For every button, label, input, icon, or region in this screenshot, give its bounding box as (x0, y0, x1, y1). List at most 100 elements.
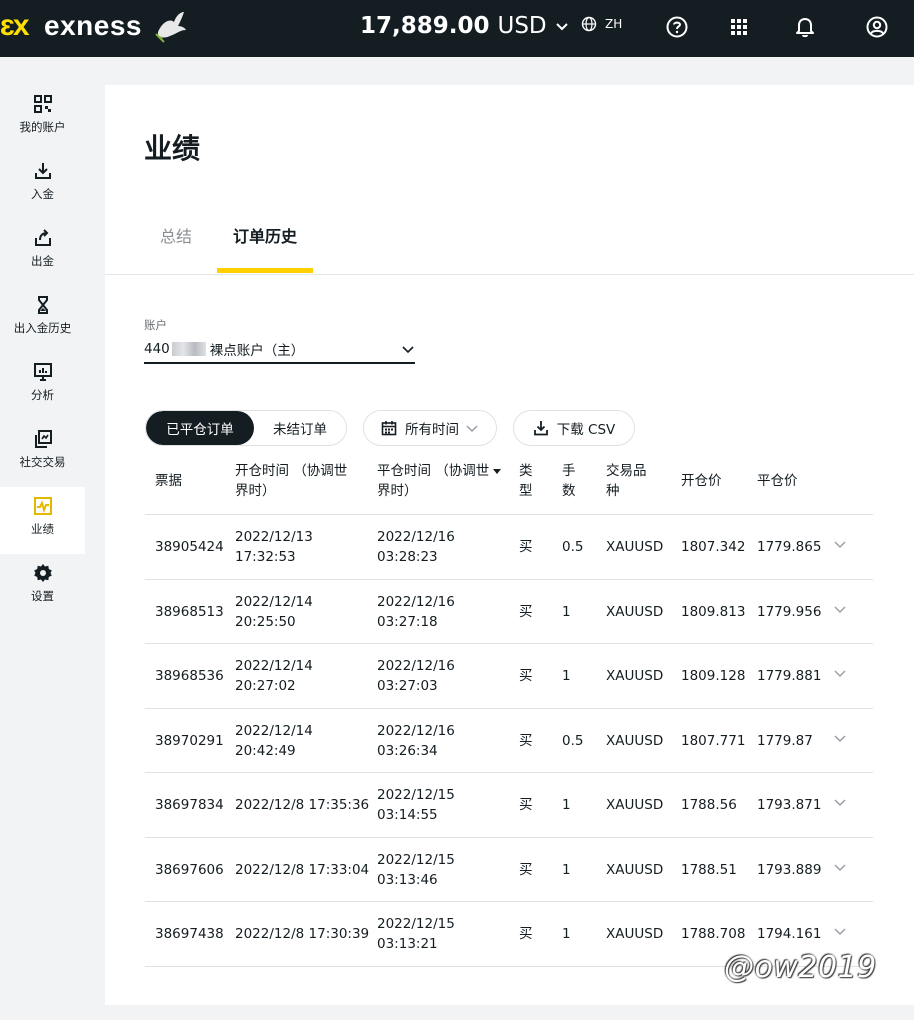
header-close-time[interactable]: 平仓时间 （协调世 界时） (377, 461, 502, 501)
table-row[interactable]: 38697606 2022/12/8 17:33:04 2022/12/15 03:1… (145, 838, 873, 902)
cell-open-time: 2022/12/13 17:32:53 (235, 527, 313, 567)
cell-open-price-line: 1807.771 (681, 732, 746, 749)
header-line: 类 (519, 463, 533, 479)
expand-row-chevron-icon[interactable] (833, 795, 847, 809)
table-row[interactable]: 38968536 2022/12/14 20:27:02 2022/12/16 03:2… (145, 644, 873, 709)
cell-lots-line: 1 (562, 668, 571, 684)
download-csv-button[interactable]: 下载 CSV (513, 410, 635, 446)
cell-open-time: 2022/12/8 17:30:39 (235, 924, 369, 944)
cell-close-time-line: 2022/12/16 (377, 658, 455, 674)
cell-ticket-line: 38905424 (155, 539, 224, 555)
cell-ticket: 38697438 (155, 924, 224, 944)
cell-ticket: 38968513 (155, 602, 224, 622)
sidebar-item-settings[interactable]: 设置 (0, 554, 85, 621)
sidebar-item-deposit[interactable]: 入金 (0, 152, 85, 219)
tab-bar: 总结 订单历史 (105, 203, 914, 275)
account-number-redacted (171, 341, 206, 356)
time-range-dropdown[interactable]: 所有时间 (363, 410, 497, 446)
sidebar-item-analytics[interactable]: 分析 (0, 353, 85, 420)
user-circle-icon (866, 16, 888, 38)
cell-lots: 1 (562, 602, 571, 622)
header-line: 交易品 (606, 463, 647, 479)
cell-type-line: 买 (519, 861, 533, 878)
cell-lots-line: 1 (562, 926, 571, 942)
grid-qr-icon (33, 95, 52, 113)
sidebar-item-label: 业绩 (31, 522, 54, 536)
cell-symbol: XAUUSD (606, 924, 663, 944)
apps-grid-icon (731, 19, 747, 35)
account-balance-dropdown[interactable]: 17,889.00 USD (360, 13, 569, 39)
cell-close-time: 2022/12/15 03:13:21 (377, 914, 455, 954)
language-selector[interactable]: ZH (581, 16, 622, 32)
sidebar-item-withdrawal[interactable]: 出金 (0, 219, 85, 286)
tab-order-history[interactable]: 订单历史 (233, 223, 297, 247)
cell-type: 买 (519, 731, 533, 751)
cell-lots-line: 1 (562, 603, 571, 620)
table-row[interactable]: 38697834 2022/12/8 17:35:36 2022/12/15 03:1… (145, 773, 873, 838)
sidebar: 我的账户 入金 出金 出入金历史 分析 社交交易 业绩 设置 (0, 85, 85, 621)
cell-type-line: 买 (519, 797, 533, 813)
cell-ticket-line: 38697438 (155, 926, 224, 942)
help-button[interactable] (664, 14, 690, 40)
expand-row-chevron-icon[interactable] (833, 860, 847, 874)
cell-close-time: 2022/12/15 03:13:46 (377, 850, 455, 890)
language-code: ZH (605, 17, 623, 31)
balance-amount: 17,889.00 (360, 13, 490, 39)
header-line: 型 (519, 483, 533, 499)
cell-open-time-line: 2022/12/13 (235, 529, 313, 545)
sidebar-item-label: 设置 (31, 589, 54, 603)
cell-open-time-line: 20:25:50 (235, 613, 296, 630)
sidebar-item-social-trading[interactable]: 社交交易 (0, 420, 85, 487)
cell-symbol: XAUUSD (606, 731, 663, 751)
cell-open-time: 2022/12/8 17:33:04 (235, 860, 369, 880)
cell-close-price-line: 1779.956 (757, 603, 822, 620)
header-type: 类 型 (519, 461, 533, 501)
sidebar-item-my-accounts[interactable]: 我的账户 (0, 85, 85, 152)
expand-row-chevron-icon[interactable] (833, 731, 847, 745)
table-row[interactable]: 38905424 2022/12/13 17:32:53 2022/12/16 03:2… (145, 515, 873, 580)
tab-summary[interactable]: 总结 (160, 223, 192, 247)
open-orders-button[interactable]: 未结订单 (254, 411, 346, 445)
account-select[interactable]: 440 裸点账户（主） (144, 335, 415, 364)
expand-row-chevron-icon[interactable] (833, 666, 847, 680)
cell-open-time-line: 2022/12/8 17:30:39 (235, 926, 370, 942)
sidebar-item-performance[interactable]: 业绩 (0, 487, 85, 554)
header-line: 手 (562, 463, 576, 479)
expand-row-chevron-icon[interactable] (833, 602, 847, 616)
cell-type: 买 (519, 924, 533, 944)
apps-button[interactable] (726, 14, 752, 40)
gear-icon (33, 564, 52, 582)
expand-row-chevron-icon[interactable] (833, 537, 847, 551)
cell-ticket-line: 38968536 (155, 668, 224, 684)
header-open-time[interactable]: 开仓时间 （协调世 界时） (235, 461, 347, 501)
closed-orders-button[interactable]: 已平仓订单 (146, 411, 254, 445)
profile-button[interactable] (864, 14, 890, 40)
brand-name: exness (44, 10, 142, 41)
performance-card: 业绩 总结 订单历史 账户 440 裸点账户（主） 已平仓订单 未结订单 所有时… (105, 85, 914, 1005)
cell-ticket: 38968536 (155, 666, 224, 686)
cell-close-time-line: 2022/12/16 (377, 722, 455, 739)
cell-ticket-line: 38697606 (155, 861, 224, 878)
table-row[interactable]: 38970291 2022/12/14 20:42:49 2022/12/16 03:2… (145, 709, 873, 773)
table-header: 票据 开仓时间 （协调世 界时） 平仓时间 （协调世 界时） 类 型 手 数 交… (145, 453, 873, 515)
header-lots: 手 数 (562, 461, 576, 501)
cell-close-time-line: 03:13:46 (377, 871, 438, 888)
header-close-price: 平仓价 (757, 473, 798, 489)
table-row[interactable]: 38968513 2022/12/14 20:25:50 2022/12/16 03:2… (145, 580, 873, 644)
cell-close-time: 2022/12/15 03:14:55 (377, 785, 455, 825)
cell-lots-line: 0.5 (562, 732, 584, 749)
sidebar-item-transaction-history[interactable]: 出入金历史 (0, 286, 85, 353)
cell-open-price-line: 1809.813 (681, 603, 746, 620)
cell-type-line: 买 (519, 539, 533, 555)
cell-close-time: 2022/12/16 03:28:23 (377, 527, 455, 567)
cell-symbol: XAUUSD (606, 537, 663, 557)
cell-open-price-line: 1788.51 (681, 861, 737, 878)
top-bar: ɛx exness 17,889.00 USD ZH (0, 0, 914, 57)
cell-close-time-line: 03:13:21 (377, 936, 438, 952)
globe-icon (581, 16, 597, 32)
cell-ticket-line: 38968513 (155, 603, 224, 620)
expand-row-chevron-icon[interactable] (833, 924, 847, 938)
notifications-button[interactable] (792, 14, 818, 40)
exness-logo[interactable]: ɛx exness (0, 8, 188, 44)
upload-icon (34, 229, 51, 246)
